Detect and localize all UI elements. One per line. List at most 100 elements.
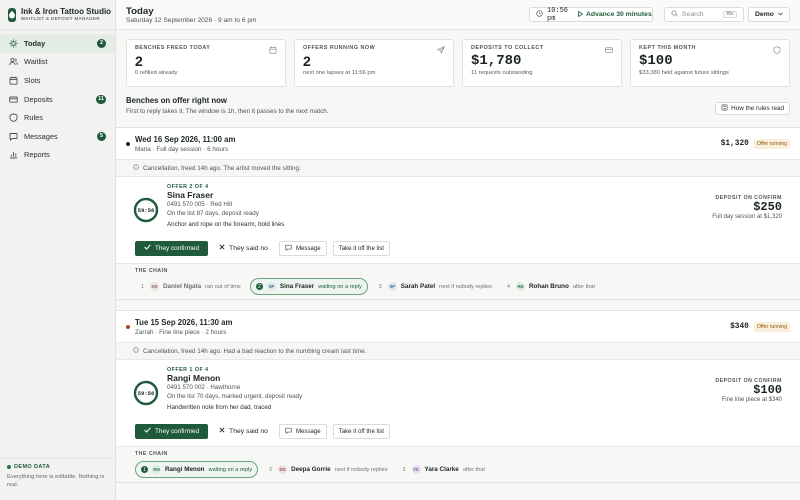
chain-item[interactable]: 2 SF Sina Fraser waiting on a reply [249, 278, 368, 295]
section-subtitle: First to reply takes it. The window is 1… [126, 108, 329, 115]
offer-header: Wed 16 Sep 2026, 11:00 am Maria · Full d… [116, 128, 800, 160]
status-badge: Offer running [753, 321, 790, 332]
avatar: RB [515, 282, 525, 291]
shield-icon [773, 46, 781, 56]
rules-icon [9, 113, 18, 123]
avatar: YC [411, 465, 421, 474]
count-badge: 2 [97, 38, 106, 48]
stat-sub: $33,380 held against future sittings [639, 70, 729, 76]
avatar: RM [152, 465, 161, 474]
chain-item[interactable]: 3 SP Sarah Patel next if nobody replies [373, 278, 496, 295]
said-no-button[interactable]: They said no [214, 241, 273, 256]
client-contact: 0491 570 002 · Hawthorne [167, 384, 241, 391]
deposit-info: DEPOSIT ON CONFIRM $100 Fine line piece … [715, 378, 782, 403]
main-content: Today Saturday 12 September 2026 · 9 am … [116, 0, 800, 500]
card-icon [605, 46, 613, 56]
sidebar-item-label: Messages [24, 131, 58, 141]
client-contact: 0491 570 005 · Red Hill [167, 201, 233, 208]
chain-item[interactable]: 3 YC Yara Clarke after that [397, 461, 489, 478]
sidebar-item-reports[interactable]: Reports [0, 146, 115, 165]
offer-note: Cancellation, freed 14h ago. Had a bad r… [116, 343, 800, 360]
chain-item[interactable]: 4 RB Rohan Bruno after that [501, 278, 599, 295]
status-dot-icon [126, 141, 130, 146]
sidebar-item-slots[interactable]: Slots [0, 71, 115, 90]
deposit-sub: Fine line piece at $340 [721, 397, 782, 403]
confirm-button[interactable]: They confirmed [135, 423, 209, 439]
rules-icon [721, 104, 728, 113]
sidebar-item-messages[interactable]: Messages 5 [0, 127, 115, 146]
message-icon [285, 427, 292, 436]
search-shortcut: ⌘K [723, 11, 737, 18]
demo-dropdown[interactable]: Demo [748, 7, 790, 22]
offer-header: Tue 15 Sep 2026, 11:30 am Zarrah · Fine … [116, 311, 800, 343]
offer-amount: $340 [730, 322, 749, 331]
stat-card-kept: KEPT THIS MONTH $100 $33,380 held agains… [630, 39, 790, 87]
status-dot-icon [126, 324, 130, 329]
stat-value: $1,780 [471, 53, 522, 69]
chain-item[interactable]: 2 DG Deepa Gorrie next if nobody replies [263, 461, 391, 478]
chain-item[interactable]: 1 DN Daniel Ngata ran out of time [135, 278, 245, 295]
offer-chain: THE CHAIN 1 DN Daniel Ngata ran out of time… [116, 263, 800, 299]
brand: Ink & Iron Tattoo Studio WAITLIST & DEPO… [0, 0, 115, 30]
deposit-amount: $100 [753, 383, 782, 397]
message-icon [9, 132, 18, 141]
sidebar-item-rules[interactable]: Rules [0, 108, 115, 127]
offer-chain: THE CHAIN 1 RM Rangi Menon waiting on a rep… [116, 446, 800, 482]
offer-artist-line: Maria · Full day session · 6 hours [135, 145, 229, 153]
chain-label: THE CHAIN [135, 268, 168, 274]
chain-item[interactable]: 1 RM Rangi Menon waiting on a reply [135, 461, 259, 478]
advance-time-button[interactable]: Advance 30 minutes [578, 10, 652, 19]
sidebar-item-today[interactable]: Today 2 [0, 34, 115, 53]
message-button[interactable]: Message [278, 240, 327, 256]
stat-sub: next one lapses at 11:56 pm [303, 70, 376, 76]
said-no-button[interactable]: They said no [214, 424, 273, 439]
stat-cards: BENCHES FREED TODAY 2 0 refilled already… [116, 30, 800, 87]
countdown-timer: 59:56 [137, 389, 155, 397]
sidebar-item-label: Slots [24, 75, 41, 85]
section-header: Benches on offer right now First to repl… [116, 87, 800, 115]
top-bar: Today Saturday 12 September 2026 · 9 am … [116, 0, 800, 30]
page-title: Today [126, 5, 154, 17]
brand-logo-icon [8, 7, 16, 22]
check-icon [144, 244, 151, 252]
chain-list: 1 RM Rangi Menon waiting on a reply 2 DG Deep… [135, 461, 790, 478]
sidebar-item-label: Waitlist [24, 57, 48, 67]
status-badge: Offer running [753, 138, 790, 149]
client-name: Sina Fraser [167, 190, 214, 200]
deposit-amount: $250 [753, 200, 782, 214]
demo-dropdown-label: Demo [755, 11, 774, 18]
message-icon [285, 244, 292, 253]
sidebar-item-deposits[interactable]: Deposits 11 [0, 90, 115, 109]
count-badge: 11 [96, 94, 106, 104]
demo-data-text: Everything here is editable. Nothing is … [7, 474, 105, 488]
brand-subtitle: WAITLIST & DEPOSIT MANAGER [21, 16, 100, 21]
sidebar-item-label: Today [24, 38, 46, 48]
sidebar-nav: Today 2 Waitlist Slots Deposits 11 Rules… [0, 30, 115, 164]
calendar-icon [269, 46, 277, 56]
sidebar-item-label: Rules [24, 113, 43, 123]
remove-from-list-button[interactable]: Take it off the list [332, 240, 390, 256]
sidebar-item-waitlist[interactable]: Waitlist [0, 53, 115, 72]
client-list-info: On the list 70 days, marked urgent, depo… [167, 393, 303, 400]
stat-sub: 11 requests outstanding [471, 70, 533, 76]
deposit-sub: Full day session at $1,320 [712, 214, 782, 220]
avatar: SP [387, 282, 397, 291]
sidebar: Ink & Iron Tattoo Studio WAITLIST & DEPO… [0, 0, 116, 500]
offer-amount: $1,320 [720, 139, 749, 148]
avatar: SF [266, 282, 276, 291]
offer-date: Wed 16 Sep 2026, 11:00 am [135, 134, 236, 144]
sidebar-item-label: Reports [24, 150, 50, 160]
search-input[interactable]: Search ⌘K [664, 7, 744, 22]
chart-icon [9, 150, 18, 159]
client-name: Rangi Menon [167, 373, 221, 383]
clock-icon [536, 10, 543, 19]
stat-card-benches-freed: BENCHES FREED TODAY 2 0 refilled already [126, 39, 286, 87]
brand-name: Ink & Iron Tattoo Studio [21, 7, 112, 16]
remove-from-list-button[interactable]: Take it off the list [332, 423, 390, 439]
stat-card-deposits: DEPOSITS TO COLLECT $1,780 11 requests o… [462, 39, 622, 87]
confirm-button[interactable]: They confirmed [135, 240, 209, 256]
message-button[interactable]: Message [278, 423, 327, 439]
list-icon [9, 57, 18, 66]
rules-help-button[interactable]: How the rules read [715, 102, 790, 115]
countdown-ring: 59:56 [133, 197, 159, 223]
